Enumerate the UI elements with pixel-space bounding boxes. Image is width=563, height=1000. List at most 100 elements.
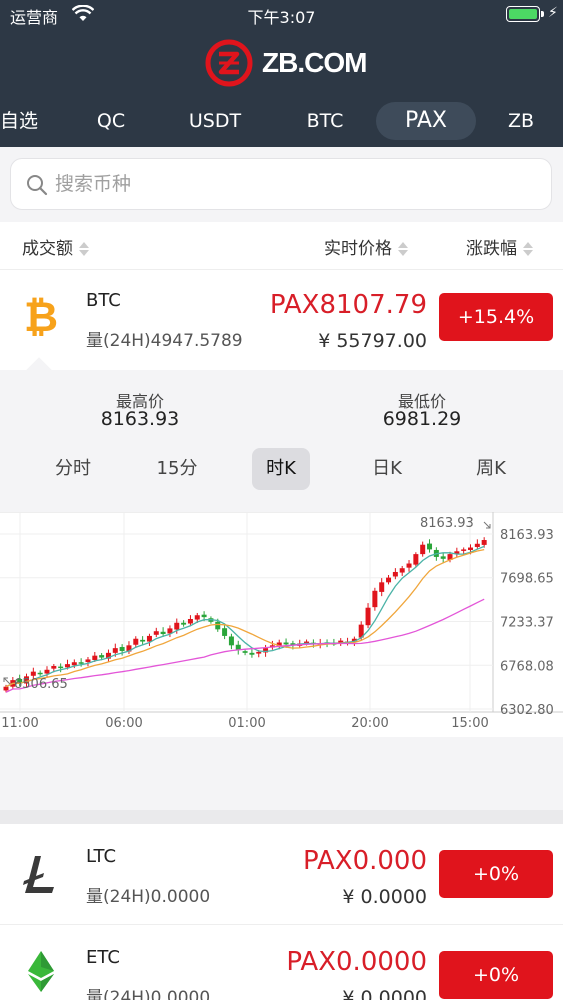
coin-row-ltc[interactable]: LTC 量(24H)0.0000 PAX0.000 ¥ 0.0000 +0% bbox=[0, 824, 563, 924]
search-box[interactable] bbox=[10, 158, 552, 210]
search-section bbox=[0, 147, 563, 222]
coin-cny-price: ¥ 0.0000 bbox=[342, 987, 427, 1000]
candle-body bbox=[461, 549, 467, 551]
status-bar: 运营商 下午3:07 ⚡ bbox=[0, 0, 563, 30]
candle-body bbox=[140, 639, 146, 642]
candle-body bbox=[365, 607, 371, 626]
change-badge[interactable]: +0% bbox=[439, 850, 553, 898]
search-input[interactable] bbox=[55, 159, 535, 209]
coin-price: PAX0.0000 bbox=[286, 947, 427, 977]
zb-logo-icon bbox=[205, 39, 253, 87]
candle-body bbox=[222, 628, 228, 636]
candle-body bbox=[44, 669, 50, 674]
max-price-marker: 8163.93 bbox=[420, 516, 474, 531]
candle-body bbox=[440, 556, 446, 559]
candle-body bbox=[30, 671, 36, 676]
sort-change[interactable]: 涨跌幅 bbox=[466, 234, 533, 259]
candle-body bbox=[283, 642, 289, 645]
change-badge[interactable]: +15.4% bbox=[439, 293, 553, 341]
candle-body bbox=[3, 686, 9, 691]
candle-body bbox=[249, 652, 255, 655]
candle-body bbox=[201, 614, 207, 618]
brand-name: ZB.COM bbox=[262, 47, 367, 78]
candle-body bbox=[119, 647, 125, 651]
candle-body bbox=[242, 651, 248, 653]
candle-body bbox=[78, 662, 84, 664]
y-tick-label: 6768.08 bbox=[500, 659, 554, 674]
coin-volume: 量(24H)0.0000 bbox=[86, 988, 211, 1000]
candle-body bbox=[228, 636, 234, 646]
sort-volume[interactable]: 成交额 bbox=[22, 234, 89, 259]
litecoin-icon bbox=[23, 856, 54, 893]
bitcoin-icon: ₿ bbox=[24, 295, 58, 339]
candle-body bbox=[146, 635, 152, 642]
candle-body bbox=[372, 590, 378, 608]
candle-body bbox=[427, 543, 433, 550]
sort-price[interactable]: 实时价格 bbox=[324, 234, 408, 259]
coin-volume: 量(24H)0.0000 bbox=[86, 887, 211, 907]
candle-body bbox=[215, 621, 221, 630]
tab-favorites[interactable]: 自选 bbox=[0, 102, 44, 140]
tab-qc[interactable]: QC bbox=[80, 102, 142, 140]
kline-chart[interactable]: 8163.93 7698.65 7233.37 6768.08 6302.80 11:00… bbox=[0, 512, 563, 737]
candle-body bbox=[181, 622, 187, 625]
market-tabs: 自选 QC USDT BTC PAX ZB bbox=[0, 100, 563, 144]
sort-arrows-icon bbox=[398, 242, 408, 256]
coin-detail-panel: 最高价 8163.93 最低价 6981.29 分时 15分 时K 日K 周K … bbox=[0, 357, 563, 810]
candle-body bbox=[99, 655, 105, 658]
tab-usdt[interactable]: USDT bbox=[178, 102, 252, 140]
candle-body bbox=[187, 618, 193, 624]
coin-volume: 量(24H)4947.5789 bbox=[86, 331, 243, 351]
sort-arrows-icon bbox=[523, 242, 533, 256]
low-price-value: 6981.29 bbox=[382, 408, 462, 430]
battery-cap bbox=[541, 11, 544, 17]
candle-body bbox=[399, 568, 405, 573]
kline-svg: 8163.93 7698.65 7233.37 6768.08 6302.80 11:00… bbox=[0, 512, 563, 737]
sort-change-label: 涨跌幅 bbox=[466, 239, 517, 259]
ethereum-classic-icon bbox=[28, 951, 54, 992]
brand-logo: ZB.COM bbox=[200, 38, 370, 88]
candle-body bbox=[420, 544, 426, 555]
candle-body bbox=[71, 662, 77, 666]
period-15min[interactable]: 15分 bbox=[146, 448, 208, 490]
candle-body bbox=[413, 554, 419, 565]
x-tick-label: 01:00 bbox=[228, 716, 265, 731]
x-tick-label: 11:00 bbox=[1, 716, 38, 731]
candle-body bbox=[153, 631, 159, 635]
coin-row-btc[interactable]: ₿ BTC 量(24H)4947.5789 PAX8107.79 ¥ 55797… bbox=[0, 270, 563, 370]
candle-body bbox=[174, 622, 180, 630]
candle-body bbox=[386, 577, 392, 583]
period-minute[interactable]: 分时 bbox=[42, 448, 104, 490]
coin-price: PAX8107.79 bbox=[269, 290, 427, 320]
y-tick-label: 7233.37 bbox=[500, 615, 554, 630]
section-separator bbox=[0, 810, 563, 824]
charging-icon: ⚡ bbox=[548, 5, 558, 21]
tab-zb[interactable]: ZB bbox=[496, 102, 546, 140]
sort-arrows-icon bbox=[79, 242, 89, 256]
coin-price: PAX0.000 bbox=[302, 846, 427, 876]
coin-symbol: LTC bbox=[86, 846, 117, 867]
y-tick-label: 7698.65 bbox=[500, 572, 554, 587]
x-tick-label: 20:00 bbox=[351, 716, 388, 731]
candle-body bbox=[406, 563, 412, 568]
tab-pax[interactable]: PAX bbox=[376, 102, 476, 140]
sort-price-label: 实时价格 bbox=[324, 239, 392, 259]
period-week[interactable]: 周K bbox=[460, 448, 522, 490]
min-price-marker: 6506.65 bbox=[14, 677, 68, 692]
high-price-value: 8163.93 bbox=[100, 408, 180, 430]
coin-row-etc[interactable]: ETC 量(24H)0.0000 PAX0.0000 ¥ 0.0000 +0% bbox=[0, 925, 563, 1000]
candle-body bbox=[64, 664, 70, 668]
sort-header: 成交额 实时价格 涨跌幅 bbox=[0, 222, 563, 270]
y-tick-label: 8163.93 bbox=[500, 528, 554, 543]
coin-cny-price: ¥ 55797.00 bbox=[318, 330, 427, 352]
change-badge[interactable]: +0% bbox=[439, 951, 553, 999]
period-day[interactable]: 日K bbox=[356, 448, 418, 490]
battery-icon bbox=[506, 6, 540, 22]
period-hour[interactable]: 时K bbox=[252, 448, 310, 490]
sort-volume-label: 成交额 bbox=[22, 239, 73, 259]
tab-btc[interactable]: BTC bbox=[292, 102, 358, 140]
candle-body bbox=[474, 543, 480, 547]
x-tick-label: 15:00 bbox=[451, 716, 488, 731]
y-tick-label: 6302.80 bbox=[500, 703, 554, 718]
candle-body bbox=[112, 648, 118, 653]
